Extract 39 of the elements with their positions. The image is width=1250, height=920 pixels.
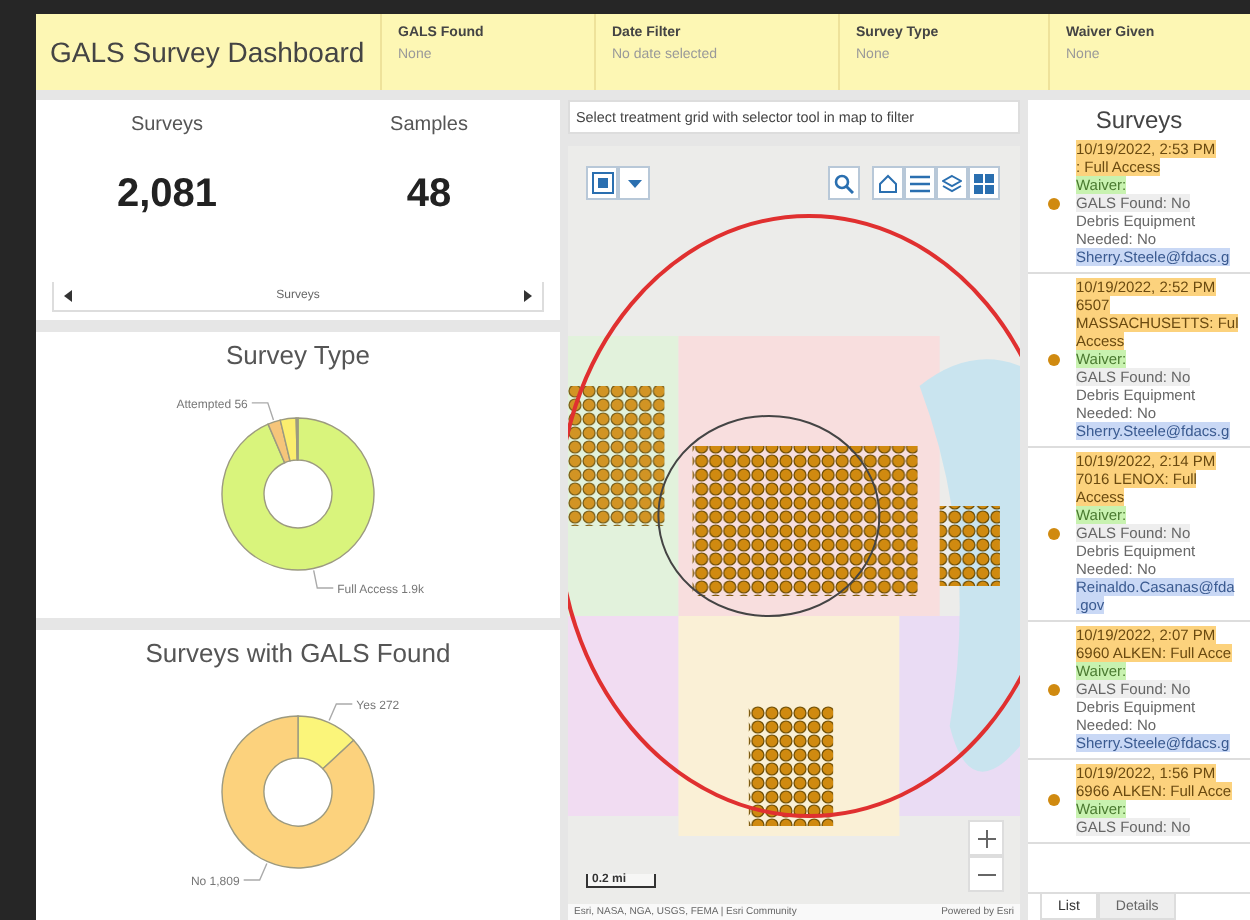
point-icon (1048, 197, 1060, 209)
zoom-in-button[interactable] (968, 820, 1004, 856)
leader-line (243, 862, 268, 881)
donut-slice[interactable] (221, 715, 375, 869)
list-icon (910, 173, 930, 193)
select-icon (591, 172, 613, 194)
point-icon (1048, 527, 1060, 539)
zoom-out-button[interactable] (968, 856, 1004, 892)
caret-icon (627, 179, 641, 187)
layers-button[interactable] (936, 166, 968, 200)
layers-icon (942, 173, 962, 193)
stat-label: Samples (390, 114, 468, 136)
search-icon (834, 173, 854, 193)
home-icon (878, 173, 898, 193)
chart-title: Survey Type (225, 340, 371, 370)
previous-icon[interactable] (64, 290, 74, 302)
point-icon (1048, 353, 1060, 365)
plus-icon (977, 829, 995, 847)
legend-button[interactable] (904, 166, 936, 200)
dashboard-title: GALS Survey Dashboard (36, 14, 382, 90)
search-button[interactable] (828, 166, 860, 200)
list-title: Surveys (1093, 104, 1185, 136)
point-icon (1048, 683, 1060, 695)
leader-line (328, 703, 353, 722)
home-button[interactable] (872, 166, 904, 200)
leader-line (251, 402, 275, 421)
chart-title: Surveys with GALS Found (145, 638, 451, 668)
dropdown-button[interactable] (618, 166, 650, 200)
stat-value: 48 (406, 172, 452, 218)
stat-label: Surveys (130, 114, 204, 136)
donut-slice[interactable] (221, 417, 375, 571)
grid-icon (974, 173, 994, 193)
select-tool-button[interactable] (586, 166, 618, 200)
next-icon[interactable] (522, 290, 532, 302)
donut-slice[interactable] (297, 715, 355, 770)
point-icon (1048, 794, 1060, 806)
stat-value: 2,081 (116, 172, 218, 218)
leader-line (312, 569, 334, 589)
basemap-button[interactable] (968, 166, 1000, 200)
